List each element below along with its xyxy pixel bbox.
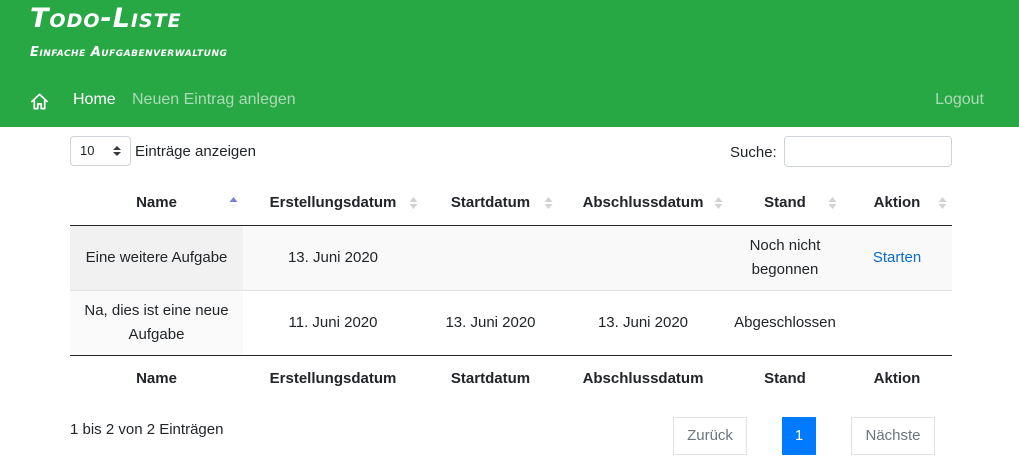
column-header-label: Name (136, 193, 177, 211)
column-footer-created: Erstellungsdatum (269, 370, 397, 387)
table-row: Na, dies ist eine neue Aufgabe 11. Juni … (70, 291, 952, 356)
table-header: Name Erstellungsdatum Startdatum Abschlu… (70, 180, 952, 226)
sort-both-icon (938, 197, 947, 209)
cell-end (558, 226, 728, 291)
cell-status: Noch nicht begonnen (728, 226, 842, 291)
cell-created: 13. Juni 2020 (243, 226, 423, 291)
todo-table: Name Erstellungsdatum Startdatum Abschlu… (70, 180, 952, 402)
cell-name: Eine weitere Aufgabe (70, 226, 243, 291)
app-subtitle: Einfache Aufgabenverwaltung (30, 45, 228, 60)
sort-ascending-icon (229, 197, 238, 209)
start-task-link[interactable]: Starten (873, 246, 921, 270)
column-header-label: Stand (764, 193, 806, 211)
table-row: Eine weitere Aufgabe 13. Juni 2020 Noch … (70, 226, 952, 291)
select-caret-icon (113, 146, 121, 156)
home-icon[interactable] (30, 92, 49, 111)
search-input[interactable] (784, 136, 952, 167)
table-footer-row: Name Erstellungsdatum Startdatum Abschlu… (70, 356, 952, 402)
sort-both-icon (828, 197, 837, 209)
app-title: Todo-Liste (30, 3, 182, 34)
cell-created: 11. Juni 2020 (243, 291, 423, 356)
sort-both-icon (714, 197, 723, 209)
cell-start: 13. Juni 2020 (423, 291, 558, 356)
column-header-label: Aktion (873, 193, 921, 211)
column-footer-status: Stand (764, 370, 806, 387)
table-header-row: Name Erstellungsdatum Startdatum Abschlu… (70, 180, 952, 226)
table-body: Eine weitere Aufgabe 13. Juni 2020 Noch … (70, 226, 952, 356)
column-header-label: Erstellungsdatum (269, 193, 397, 211)
sort-both-icon (409, 197, 418, 209)
entries-per-page-label: Einträge anzeigen (135, 143, 256, 160)
sort-both-icon (544, 197, 553, 209)
entries-per-page-value: 10 (80, 143, 95, 158)
entries-per-page-select[interactable]: 10 (70, 136, 131, 166)
column-footer-action: Aktion (873, 370, 921, 387)
column-footer-start: Startdatum (450, 370, 531, 387)
cell-start (423, 226, 558, 291)
column-footer-name: Name (136, 370, 177, 387)
pagination-page-button[interactable]: 1 (782, 417, 816, 455)
column-header-label: Startdatum (450, 193, 531, 211)
table-info-text: 1 bis 2 von 2 Einträgen (70, 421, 224, 438)
cell-action (842, 291, 952, 356)
table-footer: Name Erstellungsdatum Startdatum Abschlu… (70, 356, 952, 402)
nav-logout-link[interactable]: Logout (935, 91, 984, 109)
column-header-label: Abschlussdatum (582, 193, 704, 211)
pagination-previous-button[interactable]: Zurück (673, 417, 747, 455)
nav-home-link[interactable]: Home (73, 91, 116, 109)
column-header-action[interactable]: Aktion (842, 180, 952, 226)
column-footer-end: Abschlussdatum (582, 370, 704, 387)
cell-end: 13. Juni 2020 (558, 291, 728, 356)
column-header-status[interactable]: Stand (728, 180, 842, 226)
column-header-created[interactable]: Erstellungsdatum (243, 180, 423, 226)
cell-status: Abgeschlossen (728, 291, 842, 356)
cell-action: Starten (842, 226, 952, 291)
column-header-start[interactable]: Startdatum (423, 180, 558, 226)
column-header-end[interactable]: Abschlussdatum (558, 180, 728, 226)
search-label: Suche: (730, 144, 777, 161)
column-header-name[interactable]: Name (70, 180, 243, 226)
nav-new-entry-link[interactable]: Neuen Eintrag anlegen (132, 91, 296, 109)
cell-name: Na, dies ist eine neue Aufgabe (70, 291, 243, 356)
navbar: Todo-Liste Einfache Aufgabenverwaltung H… (0, 0, 1019, 127)
pagination-next-button[interactable]: Nächste (851, 417, 935, 455)
